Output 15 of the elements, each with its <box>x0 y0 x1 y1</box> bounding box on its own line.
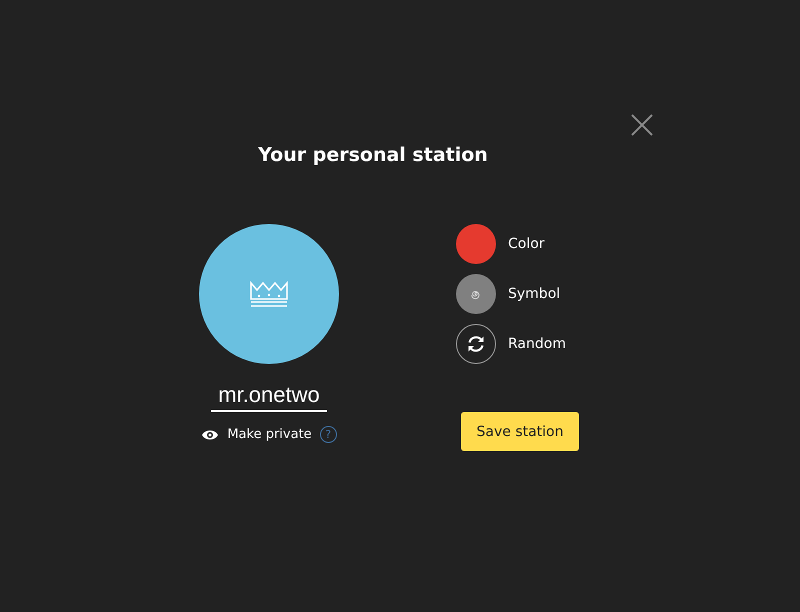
crown-icon <box>249 281 289 307</box>
color-swatch[interactable] <box>456 224 496 264</box>
dialog-title: Your personal station <box>257 143 489 168</box>
make-private-label[interactable]: Make private <box>227 427 312 442</box>
save-button[interactable]: Save station <box>461 412 579 451</box>
option-label[interactable]: Symbol <box>508 286 560 302</box>
refresh-icon <box>466 334 486 354</box>
spiral-icon <box>470 288 482 300</box>
option-label[interactable]: Random <box>508 336 566 352</box>
option-label[interactable]: Color <box>508 236 545 252</box>
close-button[interactable] <box>631 114 653 136</box>
station-name-field[interactable]: mr.onetwo <box>211 382 327 412</box>
eye-icon[interactable] <box>201 428 220 440</box>
symbol-button[interactable] <box>456 274 496 314</box>
random-button[interactable] <box>456 324 496 364</box>
